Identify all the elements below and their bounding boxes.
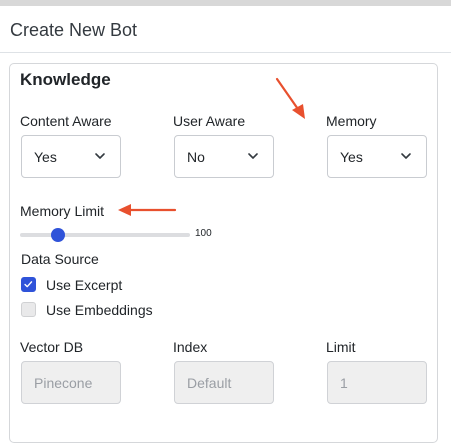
knowledge-section-title: Knowledge [20,70,111,89]
limit-label: Limit [326,339,356,355]
vector-db-placeholder: Pinecone [34,375,93,391]
memory-value: Yes [340,149,363,165]
use-embeddings-label[interactable]: Use Embeddings [46,302,153,318]
index-label: Index [173,339,208,355]
memory-limit-slider-thumb[interactable] [51,228,65,242]
modal-header: Create New Bot [0,6,451,53]
vector-db-label: Vector DB [20,339,84,355]
checkmark-icon [24,281,33,288]
user-aware-value: No [187,149,205,165]
vector-db-input[interactable]: Pinecone [21,361,121,404]
content-aware-label: Content Aware [20,113,112,129]
user-aware-select[interactable]: No [174,135,274,178]
chevron-down-icon [248,153,258,159]
modal-title: Create New Bot [10,20,138,40]
content-aware-select[interactable]: Yes [21,135,121,178]
user-aware-label: User Aware [173,113,246,129]
memory-limit-label: Memory Limit [20,203,105,219]
chevron-down-icon [95,153,105,159]
memory-limit-slider-track[interactable] [20,233,190,237]
memory-label: Memory [326,113,377,129]
limit-input[interactable]: 1 [327,361,427,404]
memory-limit-value: 100 [195,228,212,239]
content-aware-value: Yes [34,149,57,165]
use-embeddings-checkbox[interactable] [21,302,36,317]
data-source-label: Data Source [21,251,99,267]
index-placeholder: Default [187,375,232,391]
chevron-down-icon [401,153,411,159]
use-excerpt-checkbox[interactable] [21,277,36,292]
memory-select[interactable]: Yes [327,135,427,178]
index-input[interactable]: Default [174,361,274,404]
limit-placeholder: 1 [340,375,348,391]
use-excerpt-label[interactable]: Use Excerpt [46,277,122,293]
